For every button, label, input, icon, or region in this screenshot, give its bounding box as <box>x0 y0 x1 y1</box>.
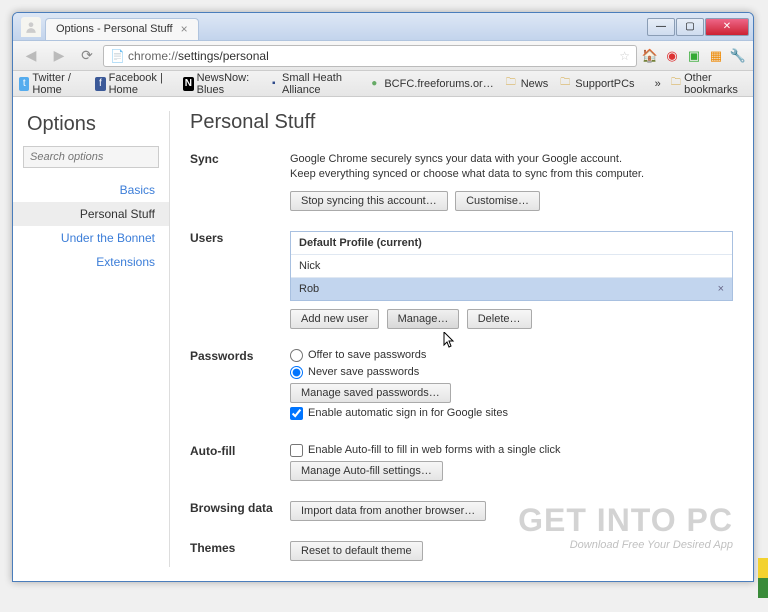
main-panel: Personal Stuff Sync Google Chrome secure… <box>170 97 753 581</box>
never-save-radio[interactable] <box>290 366 303 379</box>
remove-user-icon[interactable]: × <box>718 283 724 295</box>
sidebar-title: Options <box>13 109 169 146</box>
titlebar: Options - Personal Stuff × — ▢ ✕ <box>13 13 753 41</box>
manage-passwords-button[interactable]: Manage saved passwords… <box>290 383 451 403</box>
customise-sync-button[interactable]: Customise… <box>455 191 540 211</box>
enable-autofill-label: Enable Auto-fill to fill in web forms wi… <box>308 444 561 456</box>
url-bar[interactable]: 📄 chrome://settings/personal ☆ <box>103 45 637 67</box>
minimize-button[interactable]: — <box>647 18 675 36</box>
home-button[interactable]: 🏠 <box>641 47 659 65</box>
toolbar: ◀ ▶ ⟳ 📄 chrome://settings/personal ☆ 🏠 ◉… <box>13 41 753 71</box>
nav-under-bonnet[interactable]: Under the Bonnet <box>13 226 169 250</box>
other-bookmarks[interactable]: 🗀Other bookmarks <box>671 72 747 96</box>
add-user-button[interactable]: Add new user <box>290 309 379 329</box>
nav-basics[interactable]: Basics <box>13 178 169 202</box>
bookmark-folder-news[interactable]: 🗀News <box>504 77 549 91</box>
extension-icon-1[interactable]: ◉ <box>663 47 681 65</box>
user-list: Default Profile (current) Nick Rob× <box>290 231 733 301</box>
reload-button[interactable]: ⟳ <box>75 45 99 67</box>
manage-user-button[interactable]: Manage… <box>387 309 460 329</box>
never-save-label: Never save passwords <box>308 366 419 378</box>
sidebar: Options Basics Personal Stuff Under the … <box>13 97 169 581</box>
section-browsing-data: Browsing data Import data from another b… <box>190 501 733 521</box>
maximize-button[interactable]: ▢ <box>676 18 704 36</box>
bookmark-star-icon[interactable]: ☆ <box>619 49 630 63</box>
tab-title: Options - Personal Stuff <box>56 23 173 35</box>
section-themes: Themes Reset to default theme <box>190 541 733 561</box>
offer-save-radio[interactable] <box>290 349 303 362</box>
bookmark-twitter[interactable]: tTwitter / Home <box>19 72 85 96</box>
wrench-icon[interactable]: 🔧 <box>729 47 747 65</box>
sync-label: Sync <box>190 152 290 211</box>
autofill-label: Auto-fill <box>190 444 290 481</box>
nav-extensions[interactable]: Extensions <box>13 250 169 274</box>
browser-window: Options - Personal Stuff × — ▢ ✕ ◀ ▶ ⟳ 📄… <box>12 12 754 582</box>
manage-autofill-button[interactable]: Manage Auto-fill settings… <box>290 461 443 481</box>
stop-sync-button[interactable]: Stop syncing this account… <box>290 191 448 211</box>
extension-icon-3[interactable]: ▦ <box>707 47 725 65</box>
delete-user-button[interactable]: Delete… <box>467 309 532 329</box>
browsing-label: Browsing data <box>190 501 290 521</box>
back-button[interactable]: ◀ <box>19 45 43 67</box>
close-window-button[interactable]: ✕ <box>705 18 749 36</box>
forward-button[interactable]: ▶ <box>47 45 71 67</box>
bookmark-sha[interactable]: ▪Small Heath Alliance <box>269 72 358 96</box>
browser-tab[interactable]: Options - Personal Stuff × <box>45 18 199 40</box>
section-sync: Sync Google Chrome securely syncs your d… <box>190 152 733 211</box>
url-text: chrome://settings/personal <box>128 49 269 63</box>
page-title: Personal Stuff <box>190 111 733 134</box>
window-controls: — ▢ ✕ <box>647 18 749 36</box>
auto-signin-label: Enable automatic sign in for Google site… <box>308 407 508 419</box>
users-label: Users <box>190 231 290 329</box>
auto-signin-checkbox[interactable] <box>290 407 303 420</box>
bookmark-newsnow[interactable]: NNewsNow: Blues <box>183 72 258 96</box>
profile-avatar-icon[interactable] <box>21 17 41 37</box>
user-row-default[interactable]: Default Profile (current) <box>291 232 732 255</box>
overflow-chevron-icon[interactable]: » <box>655 78 661 90</box>
nav-personal-stuff[interactable]: Personal Stuff <box>13 202 169 226</box>
import-data-button[interactable]: Import data from another browser… <box>290 501 486 521</box>
bookmarks-bar: tTwitter / Home fFacebook | Home NNewsNo… <box>13 71 753 97</box>
themes-label: Themes <box>190 541 290 561</box>
bookmark-facebook[interactable]: fFacebook | Home <box>95 72 173 96</box>
offer-save-label: Offer to save passwords <box>308 349 426 361</box>
passwords-label: Passwords <box>190 349 290 424</box>
user-row-nick[interactable]: Nick <box>291 255 732 278</box>
bookmark-folder-supportpcs[interactable]: 🗀SupportPCs <box>558 77 634 91</box>
tab-close-icon[interactable]: × <box>181 22 188 36</box>
user-row-rob[interactable]: Rob× <box>291 278 732 300</box>
content-area: Options Basics Personal Stuff Under the … <box>13 97 753 581</box>
enable-autofill-checkbox[interactable] <box>290 444 303 457</box>
page-icon: 📄 <box>110 49 124 63</box>
extension-icon-2[interactable]: ▣ <box>685 47 703 65</box>
section-passwords: Passwords Offer to save passwords Never … <box>190 349 733 424</box>
section-users: Users Default Profile (current) Nick Rob… <box>190 231 733 329</box>
reset-theme-button[interactable]: Reset to default theme <box>290 541 423 561</box>
sync-desc: Google Chrome securely syncs your data w… <box>290 152 733 183</box>
section-autofill: Auto-fill Enable Auto-fill to fill in we… <box>190 444 733 481</box>
right-edge-strip <box>758 558 768 598</box>
search-options-input[interactable] <box>23 146 159 168</box>
bookmark-bcfc[interactable]: ●BCFC.freeforums.or… <box>367 77 493 91</box>
